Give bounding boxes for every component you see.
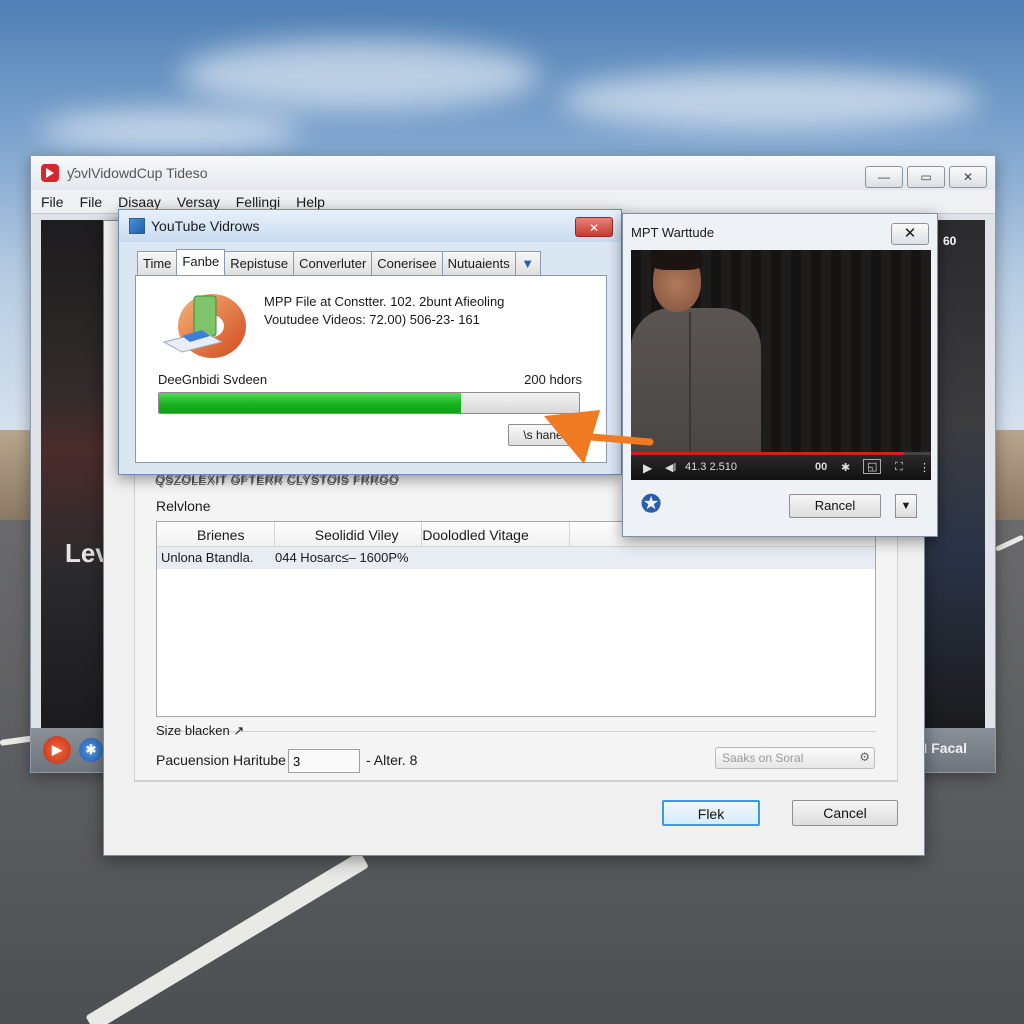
tab-panel: MPP File at Constter. 102. 2bunt Afieoli… bbox=[135, 275, 607, 463]
grid-header-quality[interactable]: Seolidid Viley bbox=[275, 522, 423, 546]
alter-label: - Alter. 8 bbox=[366, 752, 418, 768]
mpt-video-window: MPT Warttude ✕ ▶ ◀ǀ 41.3 2.510 00 ✱ ◱ ⛶ … bbox=[622, 213, 938, 537]
fullscreen-icon[interactable]: ⛶ bbox=[895, 461, 903, 474]
status-text: DeeGnbidi Svdeen bbox=[158, 372, 268, 387]
seek-bar[interactable] bbox=[631, 452, 931, 455]
menu-item-display[interactable]: Disaay bbox=[118, 194, 161, 210]
miniplayer-icon[interactable]: ◱ bbox=[863, 459, 882, 474]
file-info-line-1: MPP File at Constter. 102. 2bunt Afieoli… bbox=[264, 294, 505, 309]
hd-icon[interactable]: 00 bbox=[815, 461, 827, 473]
close-button[interactable]: ✕ bbox=[949, 166, 987, 188]
row-name: Unlona Btandla. bbox=[161, 550, 254, 565]
search-combobox[interactable]: Saaks on Soral ⚙ bbox=[715, 747, 875, 769]
cloud bbox=[40, 110, 300, 150]
more-icon[interactable]: ⋮ bbox=[919, 461, 930, 474]
tab-conerisee[interactable]: Conerisee bbox=[371, 251, 443, 275]
divider bbox=[156, 731, 876, 732]
close-button[interactable]: ✕ bbox=[575, 217, 613, 237]
maximize-button[interactable]: ▭ bbox=[907, 166, 945, 188]
play-button[interactable]: ▶ bbox=[43, 736, 71, 764]
menu-item-help[interactable]: Help bbox=[296, 194, 325, 210]
tab-time[interactable]: Time bbox=[137, 251, 178, 275]
grid-header-name[interactable]: Brienes bbox=[157, 522, 275, 546]
download-progress-bar bbox=[158, 392, 580, 414]
parameter-input[interactable] bbox=[288, 749, 360, 773]
downloads-grid: Brienes Seolidid Viley Doolodled Vitage … bbox=[156, 521, 876, 717]
tools-icon[interactable]: ✱ bbox=[79, 738, 103, 762]
main-titlebar: ƴɔvlVidowdCup Tideso — ▭ ✕ bbox=[31, 156, 995, 190]
disc-converter-icon bbox=[162, 294, 246, 358]
video-corner-text: 60 bbox=[943, 234, 957, 248]
size-label: Size blacken ↗ bbox=[156, 723, 245, 738]
tab-strip: Time Fanbe Repistuse Converluter Coneris… bbox=[137, 249, 541, 275]
progress-fill bbox=[159, 393, 462, 413]
volume-icon[interactable]: ◀ǀ bbox=[665, 461, 676, 474]
parameter-label: Pacuension Haritube bbox=[156, 752, 286, 768]
youtube-dialog-title: YouTube Vidrows bbox=[151, 218, 260, 234]
youtube-dialog-titlebar: YouTube Vidrows ✕ bbox=[119, 210, 621, 242]
app-logo-icon: ✪ bbox=[641, 491, 662, 518]
section-label: Relvlone bbox=[156, 498, 211, 514]
tab-more-icon[interactable]: ▼ bbox=[514, 251, 541, 275]
gear-icon: ⚙ bbox=[859, 750, 870, 764]
rancel-button[interactable]: Rancel bbox=[789, 494, 881, 518]
tab-nutuaients[interactable]: Nutuaients bbox=[441, 251, 516, 275]
menu-item-file-2[interactable]: File bbox=[80, 194, 103, 210]
status-time: 200 hdors bbox=[524, 372, 582, 387]
menu-item-version[interactable]: Versay bbox=[177, 194, 220, 210]
row-quality: 044 Hosarc≤– 1600P% bbox=[275, 550, 409, 565]
dropdown-arrow-button[interactable]: ▼ bbox=[895, 494, 917, 518]
close-button[interactable]: ✕ bbox=[891, 223, 929, 245]
time-readout: 41.3 2.510 bbox=[685, 461, 737, 473]
cloud bbox=[560, 70, 980, 130]
tab-converluter[interactable]: Converluter bbox=[293, 251, 373, 275]
video-player[interactable]: ▶ ◀ǀ 41.3 2.510 00 ✱ ◱ ⛶ ⋮ bbox=[631, 250, 931, 480]
mpt-titlebar: MPT Warttude ✕ bbox=[623, 214, 937, 250]
tab-fanbe[interactable]: Fanbe bbox=[176, 249, 226, 275]
orange-pointer-arrow bbox=[544, 410, 654, 464]
menu-item-settings[interactable]: Fellingi bbox=[236, 194, 280, 210]
window-icon bbox=[129, 218, 145, 234]
table-row[interactable]: Unlona Btandla. 044 Hosarc≤– 1600P% bbox=[157, 547, 875, 569]
minimize-button[interactable]: — bbox=[865, 166, 903, 188]
menu-item-file[interactable]: File bbox=[41, 194, 64, 210]
grid-header-download[interactable]: Doolodled Vitage bbox=[422, 522, 570, 546]
settings-icon[interactable]: ✱ bbox=[841, 461, 850, 474]
mpt-window-title: MPT Warttude bbox=[631, 224, 715, 240]
main-window-title: ƴɔvlVidowdCup Tideso bbox=[67, 165, 208, 181]
ok-button[interactable]: Flek bbox=[662, 800, 760, 826]
cloud bbox=[180, 40, 540, 110]
focal-label: I Facal bbox=[923, 740, 967, 756]
seek-fill bbox=[631, 452, 904, 455]
search-placeholder: Saaks on Soral bbox=[722, 751, 804, 765]
player-controls: ▶ ◀ǀ 41.3 2.510 00 ✱ ◱ ⛶ ⋮ bbox=[631, 452, 931, 480]
file-info-line-2: Voutudee Videos: 72.00) 506-23- 161 bbox=[264, 312, 480, 327]
tab-repistuse[interactable]: Repistuse bbox=[224, 251, 295, 275]
divider bbox=[134, 781, 898, 782]
cancel-button[interactable]: Cancel bbox=[792, 800, 898, 826]
app-logo-icon bbox=[41, 164, 59, 182]
